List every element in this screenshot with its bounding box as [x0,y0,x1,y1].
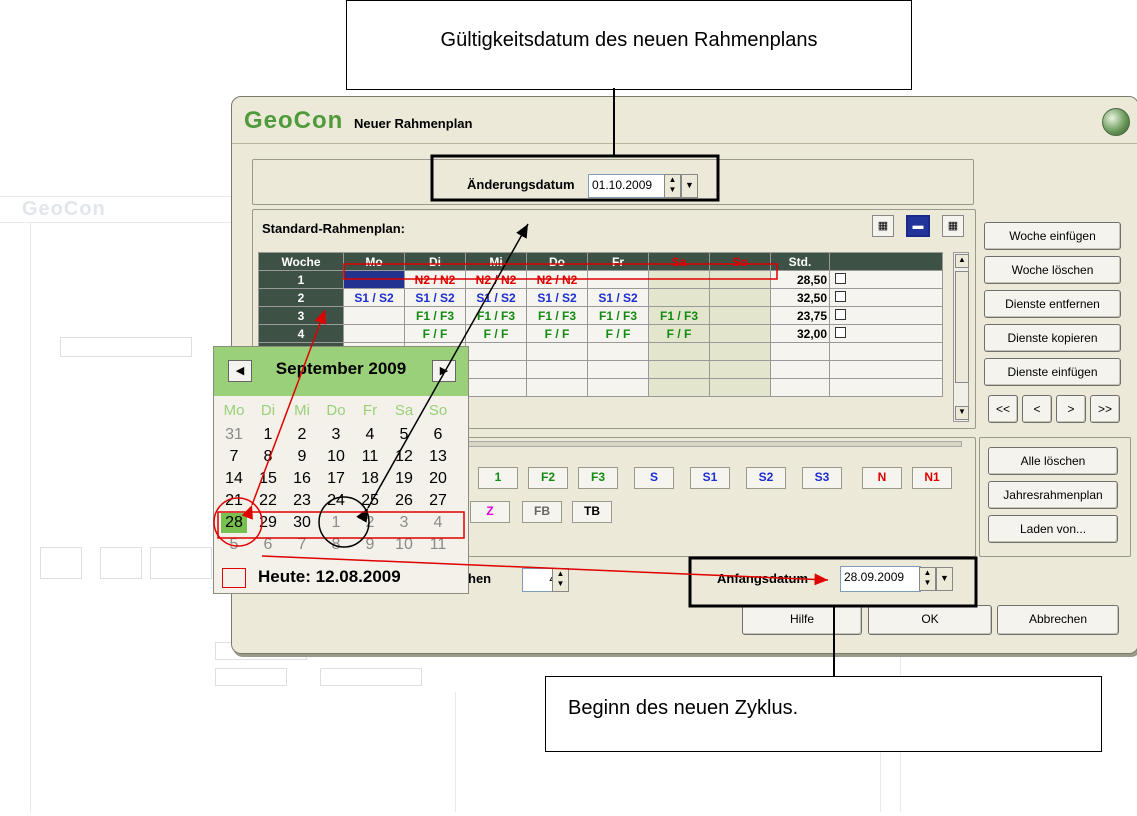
day28-circle [213,497,263,547]
anfangsdatum-highlight-box [688,556,978,608]
validity-date-arrow [356,223,529,523]
day1-circle [318,496,370,548]
week1-highlight-box [343,263,778,280]
annotation-overlay [213,88,978,676]
aenderungsdatum-highlight-box [430,154,720,202]
calendar-week-highlight-box [217,511,465,539]
cycle-start-arrow [261,555,829,586]
week-start-arrow [241,309,326,520]
